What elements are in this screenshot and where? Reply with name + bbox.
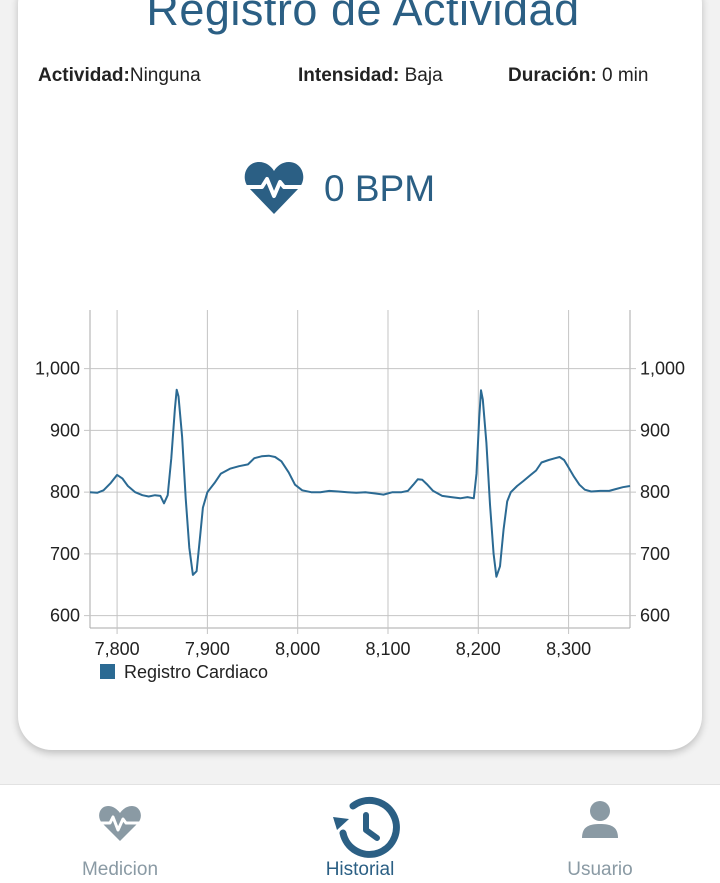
heart-pulse-icon [244, 162, 304, 214]
duration-label: Duración: [508, 65, 597, 86]
y-tick-label-left: 1,000 [35, 359, 80, 379]
activity-value: Ninguna [129, 65, 201, 86]
x-tick-label: 8,300 [546, 639, 591, 659]
intensity-value: Baja [404, 65, 443, 86]
y-tick-label-left: 900 [50, 420, 80, 440]
nav-item-historial[interactable]: Historial [240, 785, 480, 883]
legend-swatch [100, 664, 115, 679]
duration-info: Duración: 0 min [508, 65, 648, 87]
nav-item-medicion[interactable]: Medicion [0, 785, 240, 883]
y-tick-label-right: 600 [640, 606, 670, 626]
y-tick-label-right: 800 [640, 482, 670, 502]
x-tick-label: 8,000 [275, 639, 320, 659]
nav-item-usuario[interactable]: Usuario [480, 785, 720, 883]
user-icon [582, 801, 618, 838]
activity-label: Actividad: [38, 65, 130, 86]
intensity-label: Intensidad: [298, 65, 400, 86]
page-title: Registro de Actividad [146, 0, 580, 35]
nav-label-usuario: Usuario [567, 859, 633, 880]
history-icon [333, 796, 400, 858]
y-tick-label-left: 800 [50, 482, 80, 502]
y-tick-label-right: 1,000 [640, 359, 685, 379]
chart-ticks: 7,800 7,900 8,000 8,100 8,200 8,300 600 600 700 7… [35, 359, 685, 659]
y-tick-label-right: 700 [640, 544, 670, 564]
nav-label-medicion: Medicion [81, 859, 159, 880]
heart-pulse-icon [99, 806, 141, 841]
activity-info: Actividad:Ninguna [38, 65, 201, 87]
chart-legend: Registro Cardiaco [100, 662, 268, 683]
x-tick-label: 8,200 [456, 639, 501, 659]
legend-label: Registro Cardiaco [124, 662, 269, 682]
x-tick-label: 7,900 [185, 639, 230, 659]
bottom-navbar: Medicion Historial Usuario [0, 784, 720, 883]
intensity-info: Intensidad: Baja [298, 65, 443, 87]
y-tick-label-left: 600 [50, 606, 80, 626]
chart-grid [84, 310, 636, 634]
duration-value: 0 min [601, 65, 649, 86]
bpm-value: 0 BPM [324, 168, 436, 209]
y-tick-label-right: 900 [640, 420, 670, 440]
series-line-registro-cardiaco [89, 388, 631, 578]
x-tick-label: 7,800 [95, 639, 140, 659]
y-tick-label-left: 700 [50, 544, 80, 564]
chart-series [89, 388, 631, 578]
x-tick-label: 8,100 [365, 639, 410, 659]
nav-label-historial: Historial [325, 859, 395, 880]
heart-rate-chart: 7,800 7,900 8,000 8,100 8,200 8,300 600 600 700 7… [35, 310, 685, 659]
